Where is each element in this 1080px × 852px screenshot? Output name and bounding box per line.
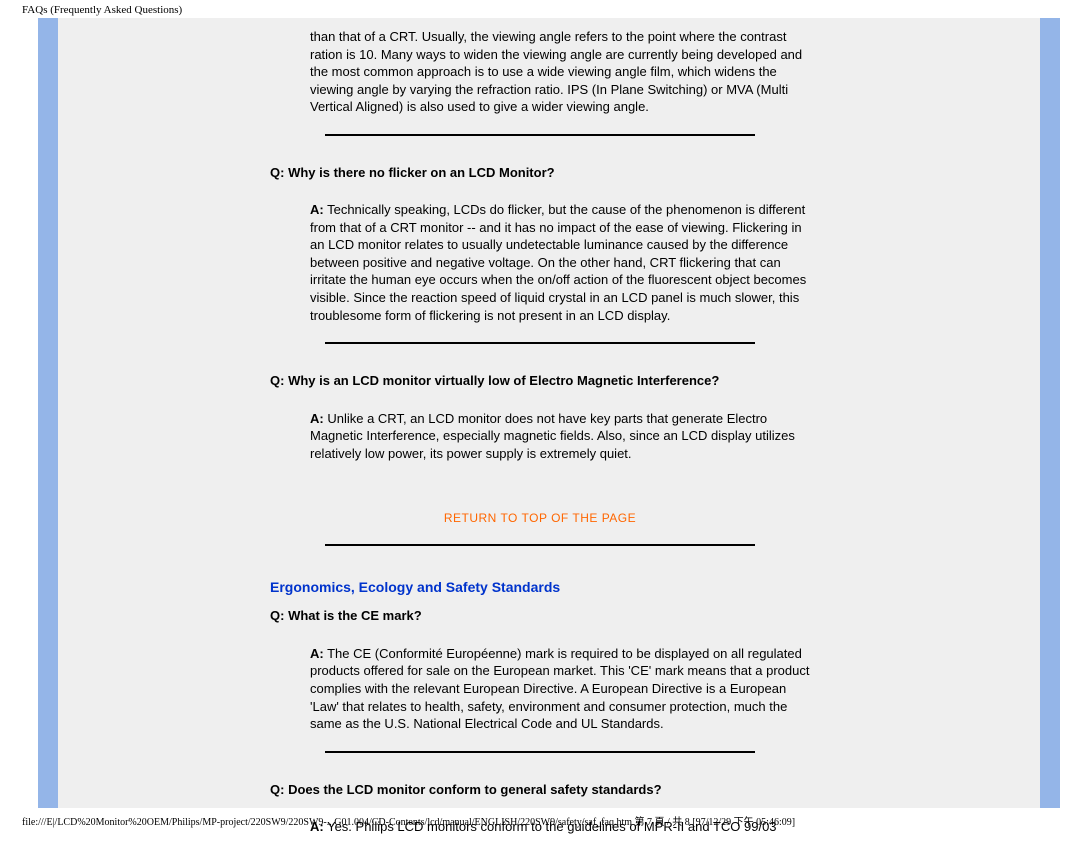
faq-question-1: Q: Why is there no flicker on an LCD Mon… [270, 164, 810, 182]
faq-question-4: Q: Does the LCD monitor conform to gener… [270, 781, 810, 799]
faq-question-2: Q: Why is an LCD monitor virtually low o… [270, 372, 810, 390]
q-text: What is the CE mark? [284, 608, 421, 623]
intro-answer-continuation: than that of a CRT. Usually, the viewing… [310, 28, 810, 116]
return-to-top-link[interactable]: RETURN TO TOP OF THE PAGE [270, 510, 810, 526]
q-label: Q: [270, 782, 284, 797]
divider [325, 342, 755, 344]
divider [325, 544, 755, 546]
section-heading-ergonomics: Ergonomics, Ecology and Safety Standards [270, 578, 810, 597]
faq-answer-2: A: Unlike a CRT, an LCD monitor does not… [310, 410, 810, 463]
divider [325, 751, 755, 753]
a-label: A: [310, 411, 324, 426]
a-text: The CE (Conformité Européenne) mark is r… [310, 646, 809, 731]
right-decorative-stripe [1040, 18, 1060, 808]
a-text: Unlike a CRT, an LCD monitor does not ha… [310, 411, 795, 461]
a-label: A: [310, 646, 324, 661]
q-label: Q: [270, 165, 284, 180]
footer-file-path: file:///E|/LCD%20Monitor%20OEM/Philips/M… [22, 813, 795, 828]
a-label: A: [310, 202, 324, 217]
faq-question-3: Q: What is the CE mark? [270, 607, 810, 625]
left-decorative-stripe [38, 18, 58, 808]
q-label: Q: [270, 608, 284, 623]
q-text: Why is there no flicker on an LCD Monito… [284, 165, 554, 180]
q-label: Q: [270, 373, 284, 388]
faq-answer-1: A: Technically speaking, LCDs do flicker… [310, 201, 810, 324]
faq-content: than that of a CRT. Usually, the viewing… [270, 28, 810, 852]
divider [325, 134, 755, 136]
a-text: Technically speaking, LCDs do flicker, b… [310, 202, 806, 322]
q-text: Why is an LCD monitor virtually low of E… [284, 373, 719, 388]
q-text: Does the LCD monitor conform to general … [284, 782, 661, 797]
page-header-title: FAQs (Frequently Asked Questions) [22, 4, 182, 16]
faq-answer-3: A: The CE (Conformité Européenne) mark i… [310, 645, 810, 733]
